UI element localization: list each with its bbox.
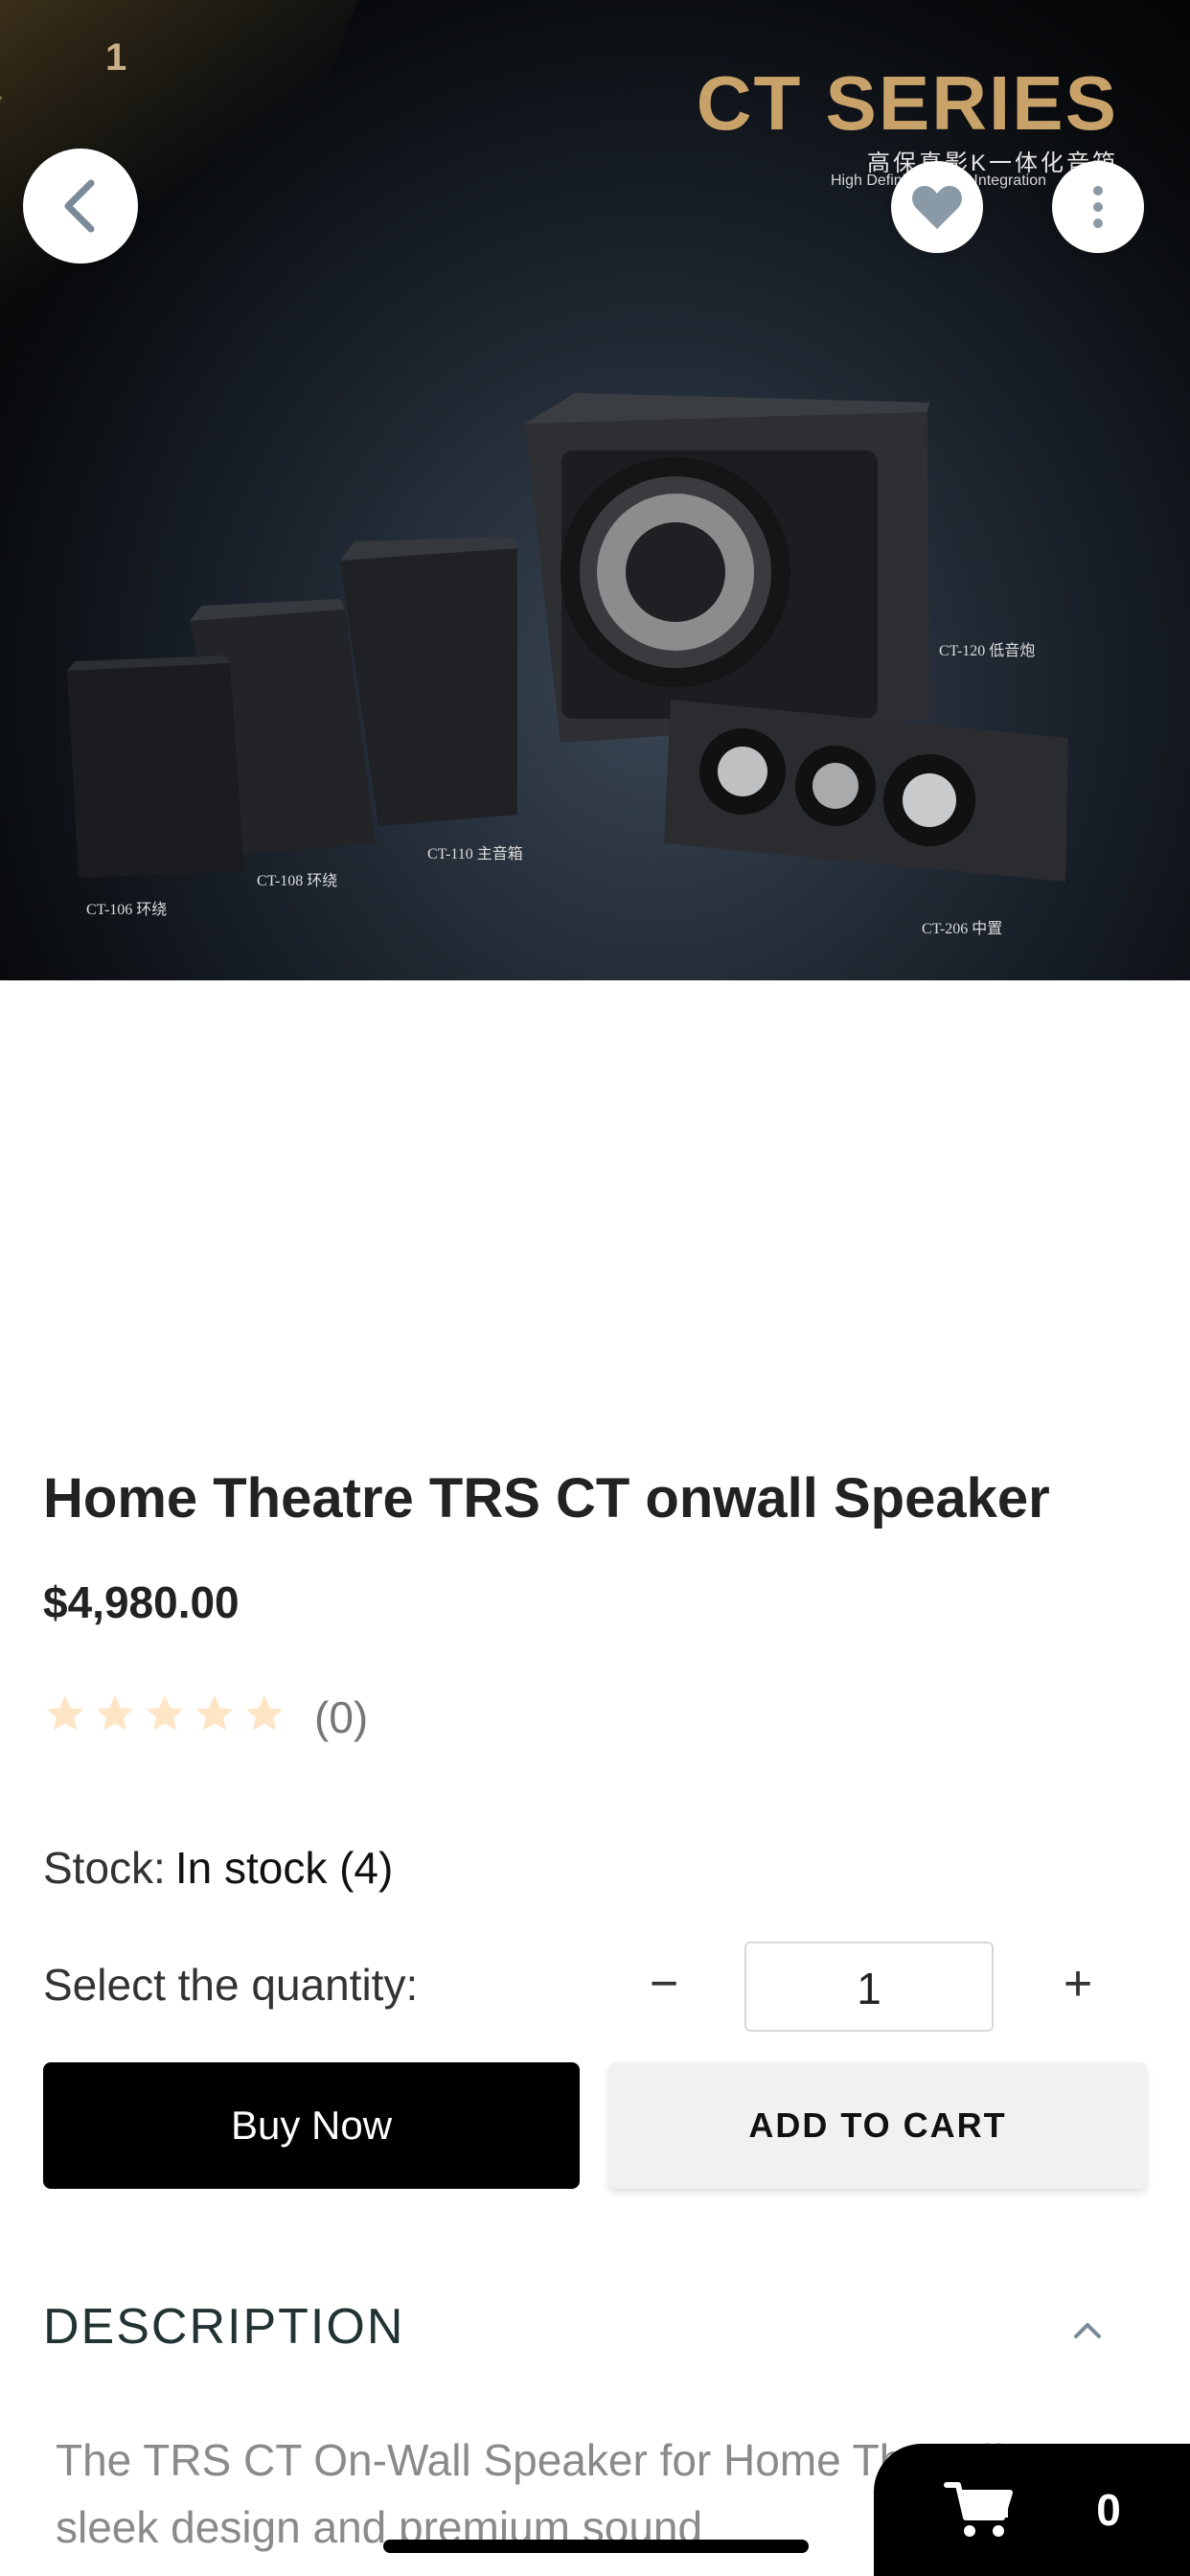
floating-cart-button[interactable]: 0 [874,2444,1190,2576]
cart-icon [944,2482,1014,2537]
stock-value: In stock (4) [174,1843,394,1893]
label-ct206: CT-206 中置 [922,921,1003,937]
heart-icon [912,186,962,229]
description-title[interactable]: DESCRIPTION [43,2298,404,2356]
label-ct120: CT-120 低音炮 [939,643,1036,659]
speaker-ct106 [67,656,244,878]
cart-count: 0 [1096,2485,1121,2535]
label-ct106: CT-106 环绕 [86,902,168,918]
star-icon [195,1694,234,1731]
rating-count: (0) [314,1692,369,1742]
chevron-left-icon [64,179,95,233]
stock-label: Stock: [43,1843,166,1893]
speakers-illustration [67,393,1068,882]
label-ct108: CT-108 环绕 [257,873,338,889]
star-icon [146,1694,184,1731]
subwoofer-graphic [525,393,929,743]
stock-row: Stock: In stock (4) [43,1842,393,1894]
star-icon [96,1694,134,1731]
speaker-ct206 [664,700,1068,882]
back-button[interactable] [23,149,138,264]
home-indicator [383,2540,809,2553]
label-ct110: CT-110 主音箱 [427,846,523,862]
quantity-decrement-button[interactable]: − [640,1955,688,2012]
star-icon [245,1694,284,1731]
quantity-label: Select the quantity: [43,1960,419,2010]
quantity-increment-button[interactable]: + [1054,1955,1102,2012]
product-price: $4,980.00 [43,1577,240,1627]
favorite-button[interactable] [891,161,983,253]
buy-now-button[interactable]: Buy Now [43,2062,580,2189]
product-image: 1 CT SERIES 高保真影K一体化音箱 High Definition .… [0,0,1190,980]
quantity-input[interactable]: 1 [744,1942,994,2032]
more-options-button[interactable] [1052,161,1144,253]
star-icon [46,1694,84,1731]
product-title: Home Theatre TRS CT onwall Speaker [43,1467,1050,1530]
add-to-cart-button[interactable]: ADD TO CART [608,2062,1147,2189]
vertical-dots-icon [1093,186,1103,228]
rating-stars[interactable] [43,1691,286,1736]
chevron-up-icon[interactable] [1068,2310,1107,2348]
